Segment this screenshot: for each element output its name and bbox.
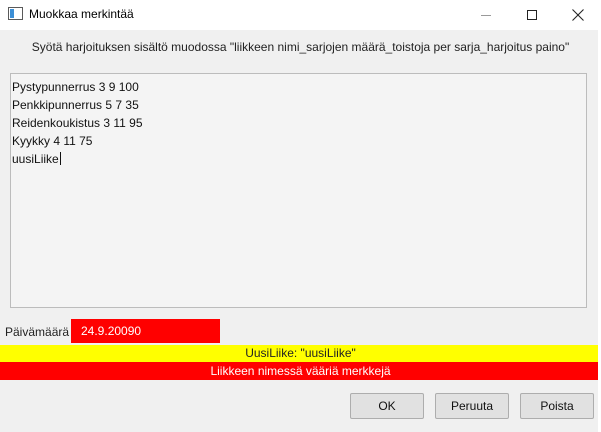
window-title: Muokkaa merkintää	[29, 7, 134, 21]
minimize-button[interactable]	[463, 0, 509, 30]
exercise-text-area[interactable]: Pystypunnerrus 3 9 100 Penkkipunnerrus 5…	[10, 73, 587, 308]
text-line: Reidenkoukistus 3 11 95	[12, 116, 143, 130]
instruction-text: Syötä harjoituksen sisältö muodossa "lii…	[31, 40, 570, 54]
title-bar[interactable]: Muokkaa merkintää	[0, 0, 601, 30]
cancel-button[interactable]: Peruuta	[435, 393, 509, 419]
error-status-bar: Liikkeen nimessä vääriä merkkejä	[0, 362, 601, 380]
text-line: Pystypunnerrus 3 9 100	[12, 80, 139, 94]
date-input[interactable]	[71, 319, 220, 343]
current-line-text: uusiLiike	[12, 152, 59, 166]
delete-button[interactable]: Poista	[520, 393, 594, 419]
close-icon	[572, 9, 584, 21]
window-app-icon	[8, 7, 23, 20]
text-line: Kyykky 4 11 75	[12, 134, 93, 148]
text-caret	[59, 152, 61, 165]
maximize-button[interactable]	[509, 0, 555, 30]
info-status-bar: UusiLiike: "uusiLiike"	[0, 345, 601, 362]
close-button[interactable]	[555, 0, 601, 30]
date-label: Päivämäärä	[5, 325, 70, 339]
text-line: Penkkipunnerrus 5 7 35	[12, 98, 139, 112]
text-line-current: uusiLiike	[12, 150, 586, 168]
ok-button[interactable]: OK	[350, 393, 424, 419]
